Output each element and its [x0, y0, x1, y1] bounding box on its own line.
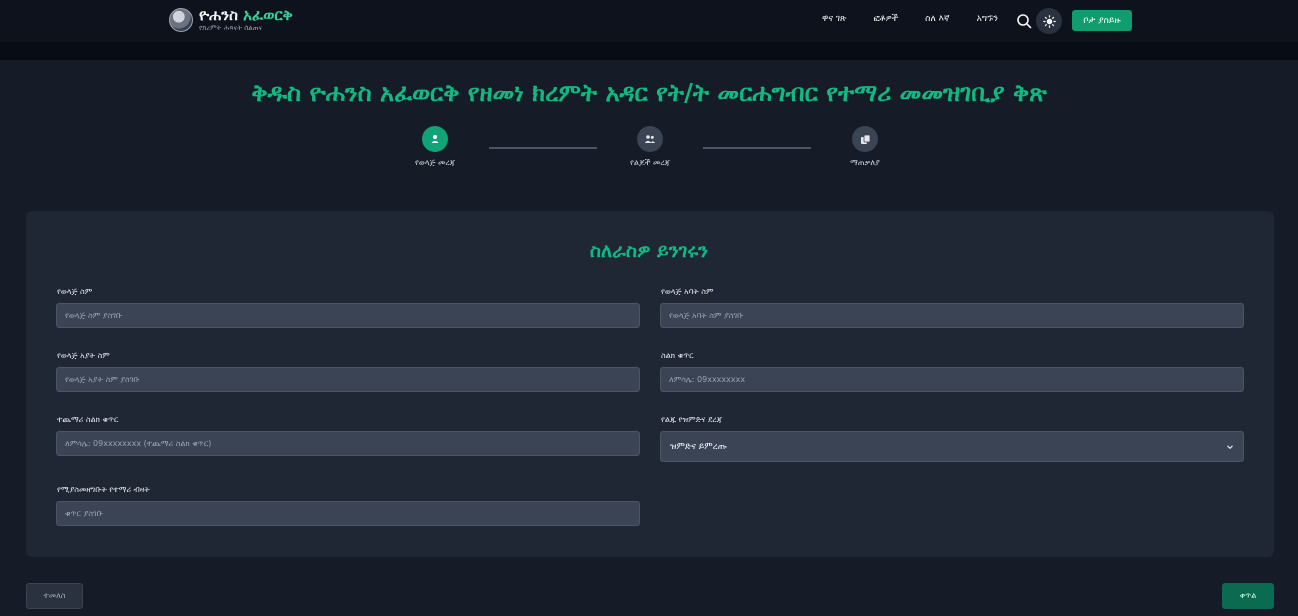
parent-grandfather-name-input[interactable]	[56, 367, 640, 392]
theme-toggle-button[interactable]	[1036, 8, 1062, 34]
student-count-label: የሚያስመዘግቡት የተማሪ ብዛት	[57, 485, 150, 494]
extra-phone-input[interactable]	[56, 431, 640, 456]
nav-link-home[interactable]: ዋና ገጽ	[822, 14, 847, 24]
page-title: ቅዱስ ዮሐንስ አፈወርቅ የዘመነ ክረምት አዳር የት/ት መርሐግብር…	[251, 78, 1047, 107]
relation-select-value: ዝምድና ይምረጡ	[670, 441, 727, 452]
previous-button[interactable]: ተመለስ	[26, 583, 83, 609]
step-indicator	[422, 126, 448, 152]
nav-link-about[interactable]: ስለ እኛ	[925, 14, 949, 24]
step-label: የልጆች መረጃ	[630, 158, 670, 167]
logo[interactable]: ዮሐንስ አፈወርቅ የክረምት ሕጻናት ሰልጠና	[169, 8, 293, 32]
form-section-title: ስለራስዎ ይንገሩን	[589, 240, 709, 262]
step-parent-info: የወላጅ መረጃ	[375, 126, 495, 168]
parent-father-name-label: የወላጅ አባት ስም	[661, 287, 714, 296]
top-navbar: ዮሐንስ አፈወርቅ የክረምት ሕጻናት ሰልጠና ዋና ገጽ ፎቶዎች ስለ…	[0, 0, 1298, 42]
main-nav: ዋና ገጽ ፎቶዎች ስለ እኛ አግኙን	[822, 14, 1025, 24]
logo-subtitle: የክረምት ሕጻናት ሰልጠና	[199, 24, 263, 32]
extra-phone-label: ተጨማሪ ስልክ ቁጥር	[57, 415, 119, 424]
step-connector	[489, 147, 597, 149]
header-divider	[0, 42, 1298, 60]
users-icon	[644, 135, 656, 143]
nav-link-photos[interactable]: ፎቶዎች	[874, 14, 899, 24]
step-children-info: የልጆች መረጃ	[590, 126, 710, 168]
next-button[interactable]: ቀጥል	[1222, 583, 1274, 609]
parent-grandfather-name-label: የወላጅ አያት ስም	[57, 351, 110, 360]
parent-father-name-input[interactable]	[660, 303, 1244, 328]
step-indicator	[852, 126, 878, 152]
relation-label: የልጁ የዝምድና ደረጃ	[661, 415, 723, 424]
relation-select[interactable]: ዝምድና ይምረጡ	[660, 431, 1244, 462]
phone-label: ስልክ ቁጥር	[661, 351, 694, 360]
sun-icon	[1042, 14, 1056, 28]
step-summary: ማጠቃለያ	[805, 126, 925, 168]
step-connector	[703, 147, 811, 149]
logo-title: ዮሐንስ አፈወርቅ	[199, 6, 293, 24]
parent-name-input[interactable]	[56, 303, 640, 328]
search-icon[interactable]	[1016, 13, 1032, 29]
logo-image	[169, 8, 193, 32]
user-icon	[431, 135, 439, 143]
step-indicator	[637, 126, 663, 152]
step-label: የወላጅ መረጃ	[414, 158, 455, 167]
book-place-button[interactable]: ቦታ ያስይዙ	[1072, 10, 1132, 31]
summary-icon	[860, 134, 870, 144]
phone-input[interactable]	[660, 367, 1244, 392]
step-label: ማጠቃለያ	[850, 158, 880, 167]
nav-link-contact[interactable]: አግኙን	[977, 14, 998, 24]
chevron-down-icon	[1227, 444, 1233, 449]
parent-name-label: የወላጅ ስም	[57, 287, 93, 296]
student-count-input[interactable]	[56, 501, 640, 526]
